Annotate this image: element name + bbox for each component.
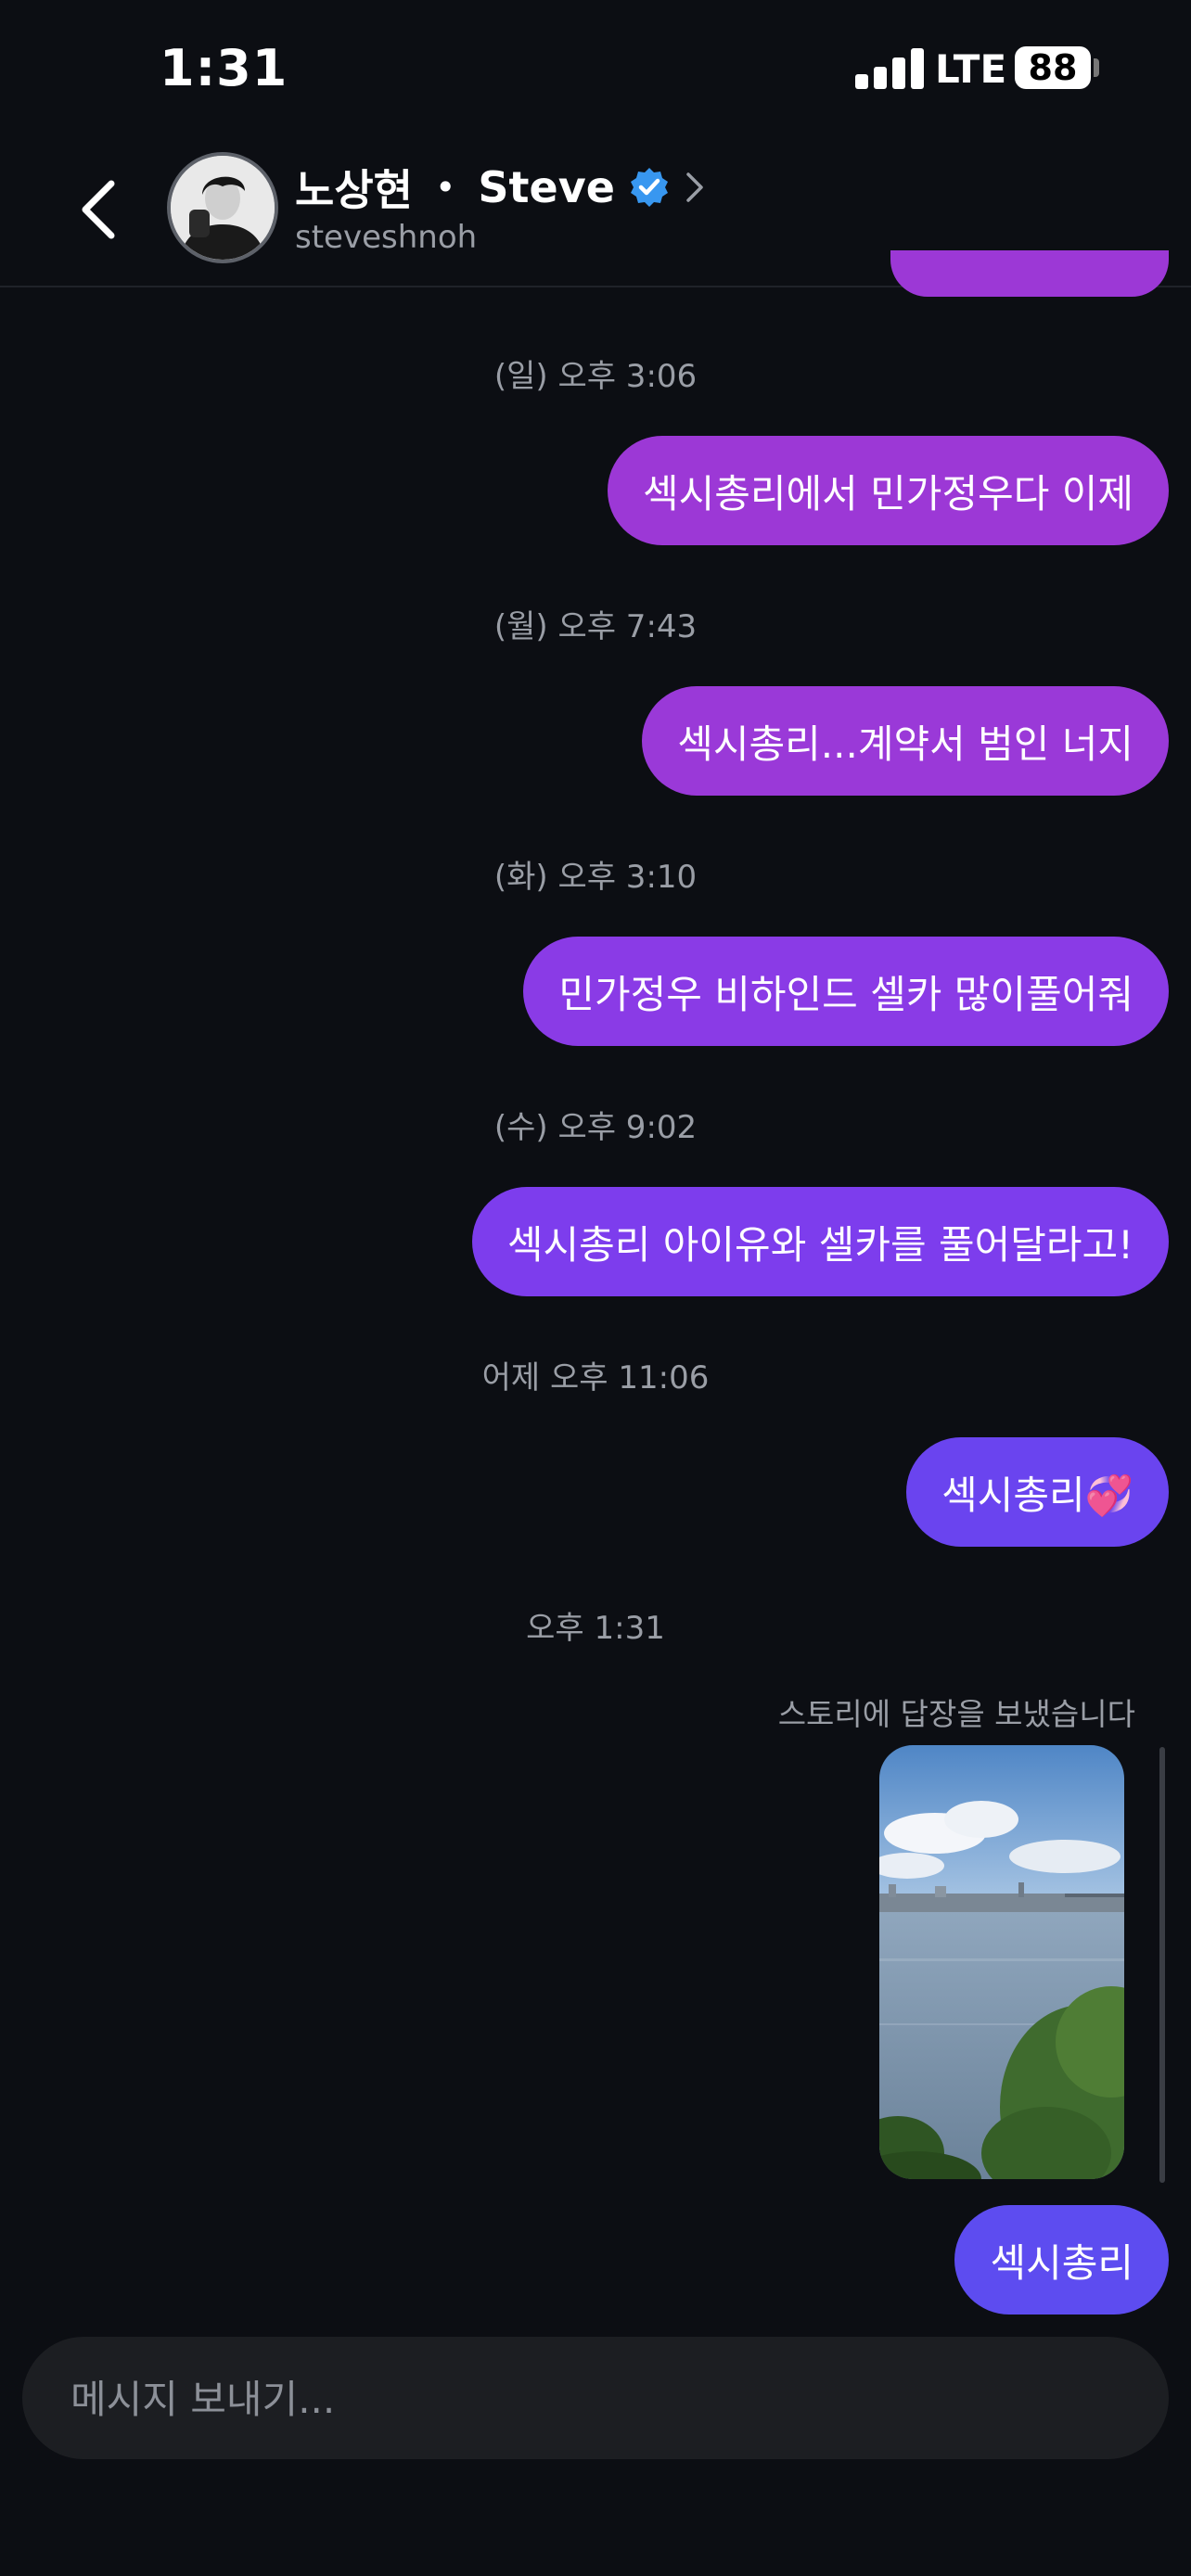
message-timestamp: 오후 1:31: [526, 1610, 665, 1647]
verified-badge-icon: [630, 168, 668, 207]
contact-name-row[interactable]: 노상현 • Steve: [295, 158, 706, 217]
contact-name-english: Steve: [478, 162, 615, 212]
sent-message-bubble[interactable]: 섹시총리에서 민가정우다 이제: [607, 436, 1169, 545]
chevron-right-icon: [686, 172, 703, 202]
sent-message-bubble[interactable]: 섹시총리...계약서 범인 너지: [642, 686, 1169, 796]
previous-message-bubble-partial: [890, 250, 1169, 297]
sent-message-bubble[interactable]: 섹시총리 아이유와 셀카를 풀어달라고!: [471, 1187, 1169, 1296]
dm-thread-screen: 1:31 LTE 88 노상현 • Steve steveshnoh (일) 오…: [0, 0, 1191, 2576]
battery-tip: [1094, 58, 1099, 77]
scrollbar[interactable]: [1159, 1747, 1165, 2183]
cellular-signal-icon: [855, 46, 926, 89]
message-timestamp: (월) 오후 7:43: [493, 608, 698, 645]
status-bar: 1:31 LTE 88: [0, 0, 1191, 139]
contact-name-korean: 노상현: [295, 165, 413, 215]
message-timestamp: (화) 오후 3:10: [493, 859, 698, 896]
back-button[interactable]: [72, 172, 128, 247]
network-type: LTE: [935, 46, 1007, 92]
message-composer: [22, 2337, 1169, 2461]
sent-message-bubble[interactable]: 섹시총리: [954, 2205, 1169, 2315]
status-time: 1:31: [160, 39, 288, 97]
river-landscape-photo-icon: [879, 1745, 1124, 2179]
name-separator: •: [434, 167, 456, 208]
story-thumbnail[interactable]: [879, 1745, 1124, 2179]
contact-username: steveshnoh: [295, 219, 478, 256]
message-timestamp: (일) 오후 3:06: [493, 358, 698, 395]
avatar[interactable]: [167, 152, 278, 263]
profile-photo-icon: [171, 156, 275, 260]
battery-icon: 88: [1015, 46, 1091, 89]
sent-message-bubble[interactable]: 민가정우 비하인드 셀카 많이풀어줘: [523, 937, 1169, 1046]
message-timestamp: 어제 오후 11:06: [481, 1359, 710, 1396]
chevron-left-icon: [82, 180, 115, 239]
message-timestamp: (수) 오후 9:02: [493, 1109, 698, 1146]
story-reply-note: 스토리에 답장을 보냈습니다: [777, 1696, 1135, 1732]
sent-message-bubble[interactable]: 섹시총리💞: [906, 1437, 1169, 1547]
message-input[interactable]: [69, 2337, 1130, 2461]
